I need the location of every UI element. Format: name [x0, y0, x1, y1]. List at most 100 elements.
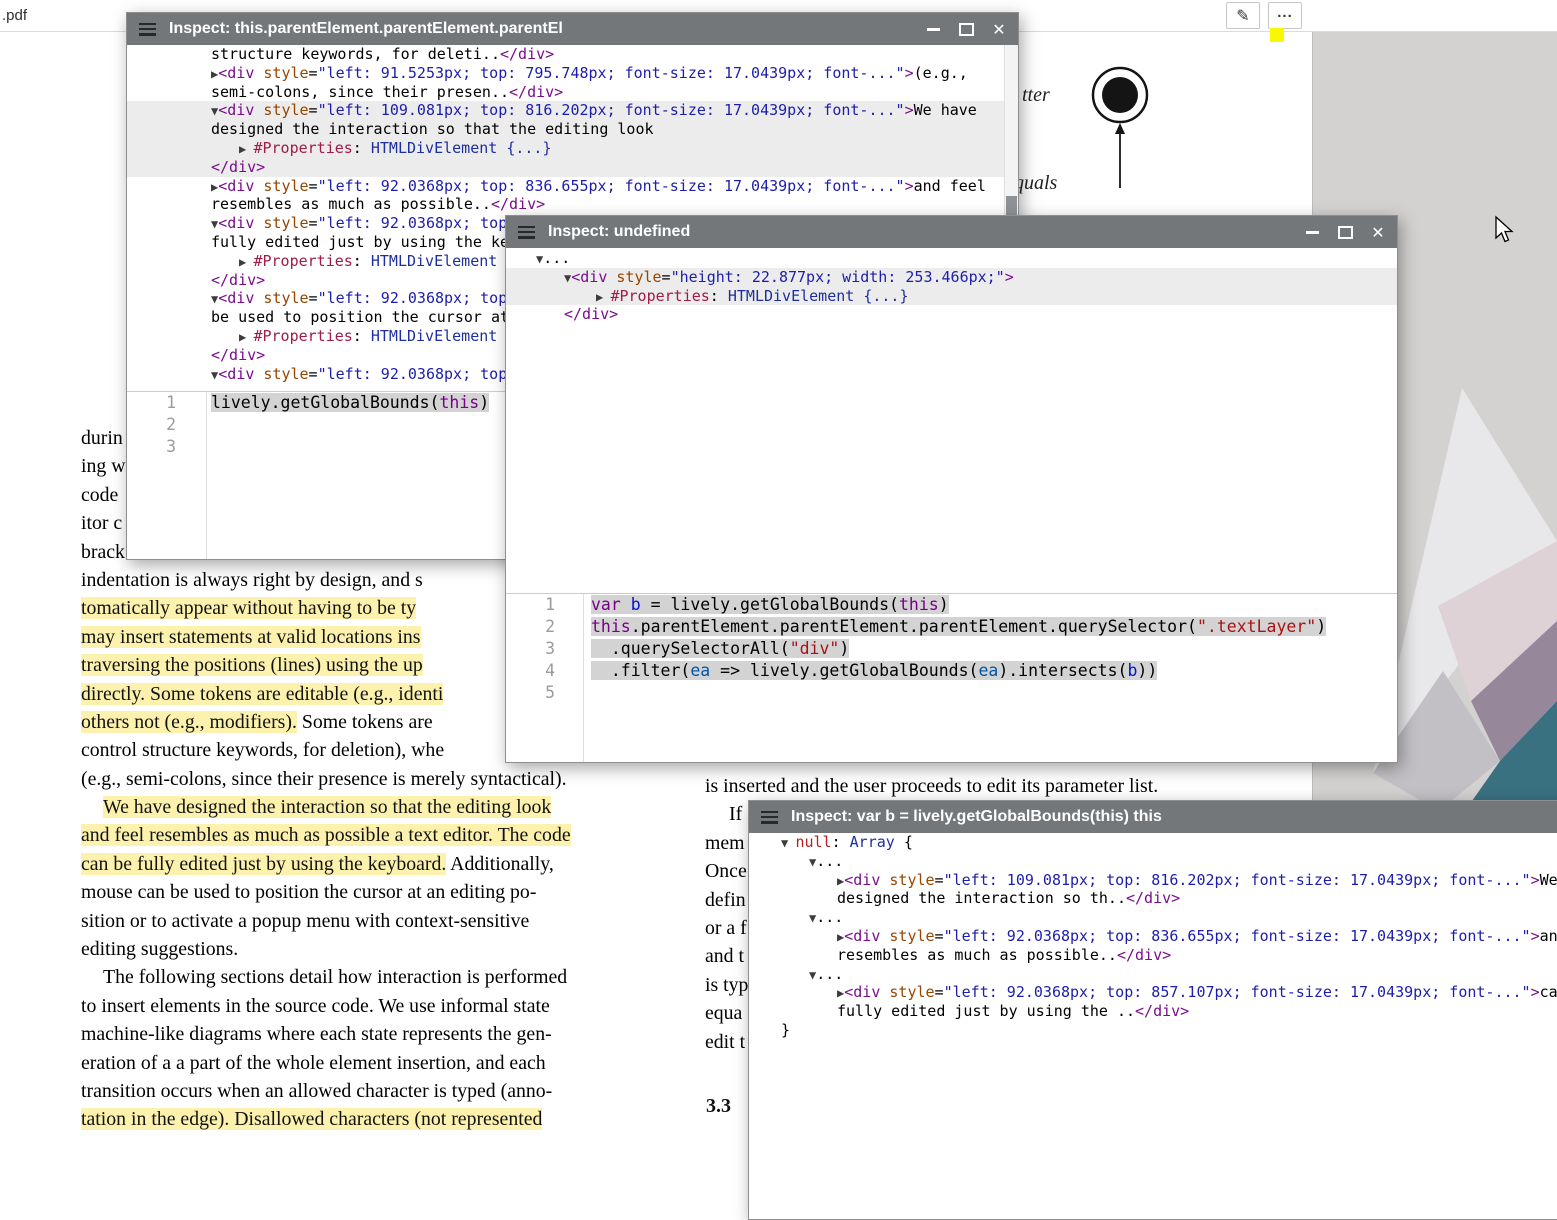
- code-line[interactable]: this.parentElement.parentElement.parentE…: [506, 616, 1397, 638]
- dom-tree-row[interactable]: semi-colons, since their presen..</div>: [127, 83, 1018, 102]
- window-titlebar[interactable]: Inspect: var b = lively.getGlobalBounds(…: [749, 801, 1557, 833]
- token: <div: [218, 365, 263, 383]
- code-editor[interactable]: 12345 var b = lively.getGlobalBounds(thi…: [506, 593, 1397, 762]
- token: </div>: [1117, 946, 1171, 964]
- token: <div: [844, 871, 889, 889]
- token: itor c: [81, 512, 122, 534]
- dom-tree-row[interactable]: ▶<div style="left: 92.0368px; top: 836.6…: [127, 177, 1018, 196]
- yellow-annotation-marker: [1270, 28, 1284, 42]
- annotate-button[interactable]: ✎: [1226, 2, 1260, 29]
- token: sition or to activate a popup menu with …: [81, 910, 529, 932]
- close-button[interactable]: ✕: [990, 20, 1008, 38]
- token: <div: [844, 927, 889, 945]
- line-number: 4: [506, 660, 555, 682]
- token: "left: 91.5253px; top: 795.748px; font-s…: [318, 64, 905, 82]
- token: </div>: [564, 305, 618, 323]
- token: >: [905, 64, 914, 82]
- section-number: 3.3: [706, 1095, 731, 1118]
- token: resembles as much as possible..: [837, 946, 1117, 964]
- dom-tree-row[interactable]: ▼ null: Array {: [749, 833, 1557, 852]
- dom-tree-row[interactable]: ▼<div style="height: 22.877px; width: 25…: [506, 268, 1397, 287]
- token: mem: [705, 832, 745, 854]
- line-number: 3: [127, 436, 176, 458]
- token: style: [263, 289, 308, 307]
- dom-tree-row[interactable]: ▶<div style="left: 91.5253px; top: 795.7…: [127, 64, 1018, 83]
- dom-tree-row[interactable]: fully edited just by using the ..</div>: [749, 1002, 1557, 1021]
- dom-tree-row[interactable]: ▼<div style="left: 109.081px; top: 816.2…: [127, 101, 1018, 120]
- dom-tree[interactable]: ▼...▼<div style="height: 22.877px; width…: [506, 248, 1397, 594]
- minimize-button[interactable]: [1303, 223, 1321, 241]
- token: We have: [1540, 871, 1557, 889]
- token: <div: [218, 101, 263, 119]
- dom-tree-row[interactable]: designed the interaction so that the edi…: [127, 120, 1018, 139]
- token: >: [1531, 871, 1540, 889]
- code-line[interactable]: .filter(ea => lively.getGlobalBounds(ea)…: [506, 660, 1397, 682]
- token: "div": [790, 639, 840, 658]
- dom-tree-row[interactable]: ▶ #Properties: HTMLDivElement {...}: [127, 139, 1018, 158]
- diagram-label-equals: quals: [1014, 172, 1057, 195]
- dom-tree-row[interactable]: ▶<div style="left: 92.0368px; top: 857.1…: [749, 983, 1557, 1002]
- token: is typ: [705, 974, 748, 996]
- line-number: 3: [506, 638, 555, 660]
- dom-tree-row[interactable]: structure keywords, for deleti..</div>: [127, 45, 1018, 64]
- token: ...: [816, 965, 843, 983]
- dom-tree-row[interactable]: resembles as much as possible..</div>: [749, 946, 1557, 965]
- window-menu-icon[interactable]: [761, 811, 778, 824]
- token: brack: [81, 541, 125, 563]
- token: transition occurs when an allowed charac…: [81, 1080, 552, 1102]
- code-line[interactable]: [506, 682, 1397, 704]
- dom-tree-row[interactable]: ▶<div style="left: 92.0368px; top: 836.6…: [749, 927, 1557, 946]
- dom-tree-row[interactable]: ▼...: [749, 908, 1557, 927]
- token: this: [899, 595, 939, 614]
- token: .parentElement.parentElement.parentEleme…: [631, 617, 1197, 636]
- dom-tree[interactable]: ▼ null: Array {▼...▶<div style="left: 10…: [749, 833, 1557, 1219]
- dom-tree-row[interactable]: ▼...: [506, 249, 1397, 268]
- code-area[interactable]: var b = lively.getGlobalBounds(this)this…: [506, 594, 1397, 762]
- token: </div>: [509, 83, 563, 101]
- window-titlebar[interactable]: Inspect: undefined ✕: [506, 216, 1397, 248]
- window-menu-icon[interactable]: [139, 23, 156, 36]
- token: We have designed the interaction so that…: [103, 796, 551, 818]
- dom-tree-row[interactable]: resembles as much as possible..</div>: [127, 195, 1018, 214]
- dom-tree-row[interactable]: ▶ #Properties: HTMLDivElement {...}: [506, 287, 1397, 306]
- minimize-icon: [1306, 231, 1319, 234]
- token: equa: [705, 1002, 742, 1024]
- minimize-icon: [927, 28, 940, 31]
- window-controls: ✕: [924, 20, 1018, 38]
- maximize-button[interactable]: [957, 20, 975, 38]
- dom-tree-row[interactable]: ▼...: [749, 852, 1557, 871]
- token: #Properties: [253, 252, 352, 270]
- code-line[interactable]: .querySelectorAll("div"): [506, 638, 1397, 660]
- inspector-window-3: Inspect: var b = lively.getGlobalBounds(…: [748, 800, 1557, 1220]
- dom-tree-row[interactable]: designed the interaction so th..</div>: [749, 889, 1557, 908]
- token: traversing the positions (lines) using t…: [81, 654, 423, 676]
- minimize-button[interactable]: [924, 20, 942, 38]
- token: style: [263, 214, 308, 232]
- window-titlebar[interactable]: Inspect: this.parentElement.parentElemen…: [127, 13, 1018, 45]
- token: </div>: [1135, 1002, 1189, 1020]
- pdf-text-line: and feel resembles as much as possible a…: [81, 821, 659, 849]
- token: :: [353, 139, 371, 157]
- close-button[interactable]: ✕: [1369, 223, 1387, 241]
- token: ▶: [239, 142, 253, 156]
- dom-tree-row[interactable]: </div>: [127, 158, 1018, 177]
- dom-tree-row[interactable]: }: [749, 1021, 1557, 1040]
- line-number: 2: [127, 414, 176, 436]
- code-line[interactable]: var b = lively.getGlobalBounds(this): [506, 594, 1397, 616]
- dom-tree-row[interactable]: ▶<div style="left: 109.081px; top: 816.2…: [749, 871, 1557, 890]
- token: indentation is always right by design, a…: [81, 569, 423, 591]
- dom-tree-row[interactable]: </div>: [506, 305, 1397, 324]
- window-menu-icon[interactable]: [518, 226, 535, 239]
- maximize-button[interactable]: [1336, 223, 1354, 241]
- token: HTMLDivElement {...}: [728, 287, 909, 305]
- dom-tree-row[interactable]: ▼...: [749, 965, 1557, 984]
- pdf-text-line: to insert elements in the source code. W…: [81, 992, 659, 1020]
- token: code: [81, 484, 118, 506]
- token: >: [1531, 927, 1540, 945]
- inspector-window-2: Inspect: undefined ✕ ▼...▼<div style="he…: [505, 215, 1398, 763]
- token: b: [1127, 661, 1137, 680]
- more-options-button[interactable]: ...: [1268, 2, 1302, 29]
- token: lively.getGlobalBounds(: [211, 393, 439, 412]
- token: durin: [81, 427, 123, 449]
- token: style: [889, 927, 934, 945]
